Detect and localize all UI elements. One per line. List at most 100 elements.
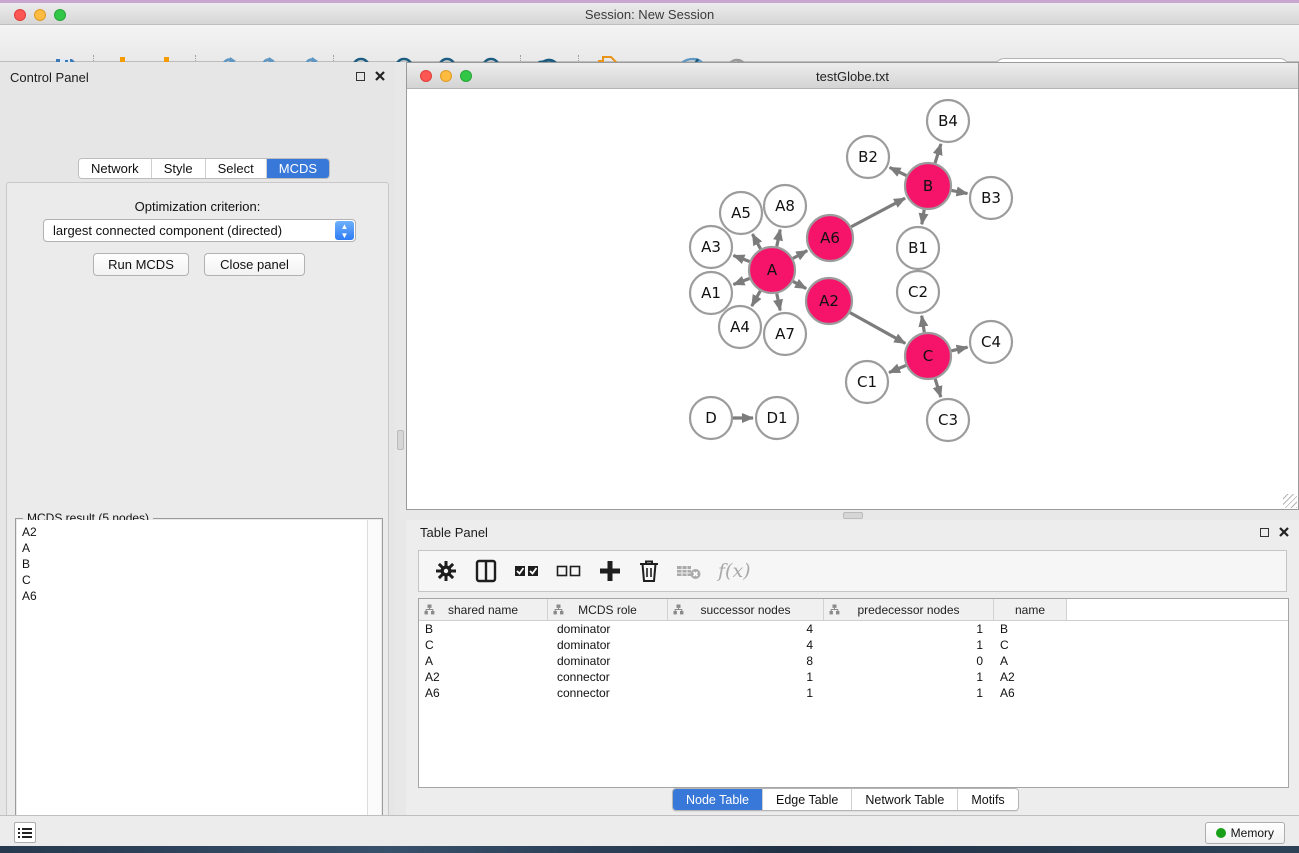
memory-button[interactable]: Memory bbox=[1205, 822, 1285, 844]
graph-edge-A6-B[interactable] bbox=[851, 198, 905, 227]
graph-edge-A-A5[interactable] bbox=[752, 234, 760, 249]
graph-node-A2[interactable]: A2 bbox=[806, 278, 852, 324]
table-row[interactable]: Cdominator41C bbox=[419, 637, 1288, 653]
graph-node-C3[interactable]: C3 bbox=[927, 399, 969, 441]
column-header-successor-nodes[interactable]: successor nodes bbox=[668, 599, 824, 620]
table-cell[interactable]: C bbox=[419, 637, 548, 653]
table-cell[interactable]: connector bbox=[548, 685, 668, 701]
graph-node-A7[interactable]: A7 bbox=[764, 313, 806, 355]
table-cell[interactable]: C bbox=[994, 637, 1067, 653]
graph-node-B[interactable]: B bbox=[905, 163, 951, 209]
table-cell[interactable]: A2 bbox=[419, 669, 548, 685]
table-row[interactable]: Bdominator41B bbox=[419, 621, 1288, 637]
mcds-result-item[interactable]: A bbox=[22, 540, 367, 556]
graph-edge-B-B2[interactable] bbox=[890, 167, 907, 175]
graph-edge-C-C3[interactable] bbox=[935, 379, 941, 397]
graph-edge-C-C1[interactable] bbox=[889, 365, 906, 372]
graph-node-C4[interactable]: C4 bbox=[970, 321, 1012, 363]
graph-edge-A2-C[interactable] bbox=[850, 313, 905, 344]
table-cell[interactable]: dominator bbox=[548, 653, 668, 669]
table-float-panel-icon[interactable] bbox=[1260, 528, 1269, 537]
graph-node-C2[interactable]: C2 bbox=[897, 271, 939, 313]
vertical-splitter[interactable] bbox=[395, 62, 406, 815]
add-column-icon[interactable] bbox=[598, 559, 622, 583]
graph-edge-A-A4[interactable] bbox=[752, 291, 761, 306]
graph-node-A5[interactable]: A5 bbox=[720, 192, 762, 234]
table-cell[interactable]: 1 bbox=[824, 685, 994, 701]
delete-column-icon[interactable] bbox=[638, 559, 660, 583]
table-tab-network-table[interactable]: Network Table bbox=[852, 789, 958, 810]
column-header-name[interactable]: name bbox=[994, 599, 1067, 620]
window-resize-grip[interactable] bbox=[1283, 494, 1297, 508]
table-cell[interactable]: A6 bbox=[994, 685, 1067, 701]
close-panel-icon[interactable] bbox=[375, 71, 385, 81]
table-cell[interactable]: 4 bbox=[668, 637, 824, 653]
table-row[interactable]: A6connector11A6 bbox=[419, 685, 1288, 701]
table-cell[interactable]: A bbox=[419, 653, 548, 669]
table-cell[interactable]: A bbox=[994, 653, 1067, 669]
graph-node-B4[interactable]: B4 bbox=[927, 100, 969, 142]
table-cell[interactable]: A2 bbox=[994, 669, 1067, 685]
mcds-result-list[interactable]: A2ABCA6 bbox=[17, 520, 367, 853]
graph-node-A8[interactable]: A8 bbox=[764, 185, 806, 227]
mcds-result-item[interactable]: C bbox=[22, 572, 367, 588]
graph-edge-C-C2[interactable] bbox=[922, 316, 925, 333]
table-row[interactable]: Adominator80A bbox=[419, 653, 1288, 669]
graph-edge-A-A7[interactable] bbox=[777, 294, 780, 311]
float-panel-icon[interactable] bbox=[356, 72, 365, 81]
table-cell[interactable]: 1 bbox=[824, 621, 994, 637]
graph-node-B3[interactable]: B3 bbox=[970, 177, 1012, 219]
table-cell[interactable]: connector bbox=[548, 669, 668, 685]
table-cell[interactable]: dominator bbox=[548, 621, 668, 637]
table-cell[interactable]: 1 bbox=[668, 685, 824, 701]
table-cell[interactable]: B bbox=[994, 621, 1067, 637]
graph-node-A1[interactable]: A1 bbox=[690, 272, 732, 314]
column-header-shared-name[interactable]: shared name bbox=[419, 599, 548, 620]
table-cell[interactable]: 8 bbox=[668, 653, 824, 669]
vertical-splitter-grip[interactable] bbox=[397, 430, 404, 450]
column-header-MCDS-role[interactable]: MCDS role bbox=[548, 599, 668, 620]
table-cell[interactable]: 0 bbox=[824, 653, 994, 669]
show-panels-list-button[interactable] bbox=[14, 822, 36, 843]
graph-edge-C-C4[interactable] bbox=[951, 347, 967, 351]
select-all-icon[interactable] bbox=[514, 559, 540, 583]
horizontal-splitter-grip[interactable] bbox=[843, 512, 863, 519]
table-close-panel-icon[interactable] bbox=[1279, 527, 1289, 537]
table-cell[interactable]: dominator bbox=[548, 637, 668, 653]
table-tab-motifs[interactable]: Motifs bbox=[958, 789, 1017, 810]
graph-edge-B-B4[interactable] bbox=[935, 144, 941, 163]
table-options-gear-icon[interactable] bbox=[434, 559, 458, 583]
table-row[interactable]: A2connector11A2 bbox=[419, 669, 1288, 685]
graph-node-D1[interactable]: D1 bbox=[756, 397, 798, 439]
graph-node-B1[interactable]: B1 bbox=[897, 227, 939, 269]
run-mcds-button[interactable]: Run MCDS bbox=[93, 253, 189, 276]
graph-node-D[interactable]: D bbox=[690, 397, 732, 439]
control-tab-select[interactable]: Select bbox=[206, 159, 267, 178]
table-cell[interactable]: 1 bbox=[824, 637, 994, 653]
graph-edge-B-B3[interactable] bbox=[952, 190, 968, 193]
graph-edge-B-B1[interactable] bbox=[922, 210, 924, 225]
unselect-all-icon[interactable] bbox=[556, 559, 582, 583]
table-cell[interactable]: 1 bbox=[668, 669, 824, 685]
graph-node-A3[interactable]: A3 bbox=[690, 226, 732, 268]
table-cell[interactable]: 4 bbox=[668, 621, 824, 637]
control-tab-style[interactable]: Style bbox=[152, 159, 206, 178]
table-cell[interactable]: B bbox=[419, 621, 548, 637]
mcds-list-scrollbar[interactable] bbox=[367, 520, 381, 853]
network-graph-canvas[interactable]: B4B2BB3A8A5A6A3B1AA1C2A2A4A7C4CC1C3DD1 bbox=[407, 89, 1298, 509]
graph-edge-A-A1[interactable] bbox=[733, 278, 749, 284]
insert-column-icon[interactable] bbox=[474, 559, 498, 583]
column-header-predecessor-nodes[interactable]: predecessor nodes bbox=[824, 599, 994, 620]
graph-node-A4[interactable]: A4 bbox=[719, 306, 761, 348]
graph-edge-A-A2[interactable] bbox=[793, 281, 806, 288]
mcds-result-item[interactable]: A6 bbox=[22, 588, 367, 604]
table-tab-edge-table[interactable]: Edge Table bbox=[763, 789, 852, 810]
horizontal-splitter[interactable] bbox=[406, 510, 1299, 520]
graph-edge-A-A6[interactable] bbox=[793, 251, 807, 259]
close-panel-button[interactable]: Close panel bbox=[204, 253, 305, 276]
optimization-criterion-select[interactable]: largest connected component (directed) ▲… bbox=[43, 219, 356, 242]
mcds-result-item[interactable]: A2 bbox=[22, 524, 367, 540]
table-cell[interactable]: 1 bbox=[824, 669, 994, 685]
table-cell[interactable]: A6 bbox=[419, 685, 548, 701]
graph-node-C1[interactable]: C1 bbox=[846, 361, 888, 403]
